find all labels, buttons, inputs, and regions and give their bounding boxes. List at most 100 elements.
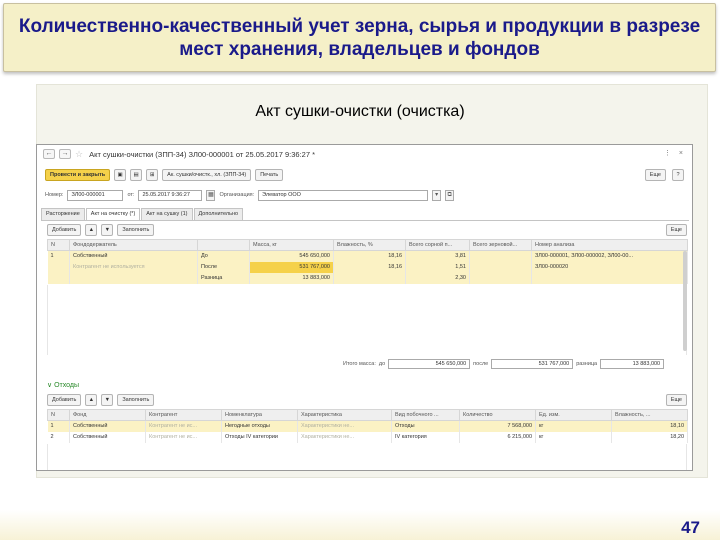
waste-fill-button[interactable]: Заполнить	[117, 394, 155, 406]
tab-termination[interactable]: Расторжение	[41, 208, 85, 220]
holder-cell[interactable]	[69, 272, 198, 284]
mass-cell[interactable]: 13 883,000	[249, 272, 334, 284]
column-header[interactable]: Вид побочного ...	[391, 409, 460, 421]
document-window: ← → ☆ Акт сушки-очистки (ЗПП-34) ЗЛ00-00…	[36, 144, 693, 471]
column-header[interactable]: Номер анализа	[531, 239, 688, 251]
more-button[interactable]: Еще	[644, 169, 666, 181]
fill-button[interactable]: Заполнить	[117, 224, 155, 236]
moisture-cell[interactable]: 18,20	[611, 431, 688, 443]
waste-more-button[interactable]: Еще	[665, 394, 687, 406]
unit-cell[interactable]: кг	[535, 420, 612, 432]
mass-cell[interactable]: 545 650,000	[249, 250, 334, 262]
related-document-button[interactable]: Ак. сушки/очистк., хл. (ЗПП-34)	[162, 169, 252, 181]
weed-cell[interactable]: 3,81	[405, 250, 470, 262]
column-header[interactable]: Влажность, %	[333, 239, 406, 251]
move-down-icon[interactable]: ▼	[101, 224, 114, 236]
contractor-cell[interactable]: Контрагент не ис...	[145, 431, 222, 443]
column-header[interactable]: N	[47, 409, 70, 421]
waste-section-title[interactable]: ∨ Отходы	[47, 381, 79, 389]
post-and-close-button[interactable]: Провести и закрыть	[45, 169, 111, 181]
tab-additional[interactable]: Дополнительно	[193, 208, 244, 220]
moisture-cell[interactable]: 18,16	[333, 261, 406, 273]
fund-cell[interactable]: Собственный	[69, 431, 146, 443]
table-row[interactable]: 1 Собственный Контрагент не ис... Негодн…	[47, 420, 688, 432]
analysis-cell[interactable]: ЗЛ00-000020	[531, 261, 688, 273]
quantity-cell[interactable]: 7 568,000	[459, 420, 536, 432]
table-header: N Фондодержатель Масса, кг Влажность, % …	[47, 239, 688, 251]
holder-cell[interactable]: Собственный	[69, 250, 198, 262]
column-header[interactable]: N	[47, 239, 70, 251]
tab-cleaning-act[interactable]: Акт на очистку (*)	[85, 208, 141, 220]
weed-cell[interactable]: 2,30	[405, 272, 470, 284]
quantity-cell[interactable]: 6 215,000	[459, 431, 536, 443]
column-header[interactable]: Количество	[459, 409, 536, 421]
byproduct-kind-cell[interactable]: IV категория	[391, 431, 460, 443]
post-icon[interactable]: ▤	[130, 169, 143, 181]
unit-cell[interactable]: кг	[535, 431, 612, 443]
back-button[interactable]: ←	[43, 149, 55, 159]
column-header[interactable]: Контрагент	[145, 409, 222, 421]
grain-cell[interactable]	[469, 261, 532, 273]
save-icon[interactable]: ▣	[114, 169, 127, 181]
characteristic-cell[interactable]: Характеристики не...	[297, 431, 392, 443]
slide-footer	[0, 510, 720, 540]
item-cell[interactable]: Отходы IV категории	[221, 431, 298, 443]
structure-icon[interactable]: ⊞	[146, 169, 159, 181]
open-icon[interactable]: ⧉	[445, 189, 455, 201]
moisture-cell[interactable]	[333, 272, 406, 284]
byproduct-kind-cell[interactable]: Отходы	[391, 420, 460, 432]
page-number: 47	[681, 518, 700, 537]
holder-cell[interactable]: Контрагент не используется	[69, 261, 198, 273]
characteristic-cell[interactable]: Характеристики не...	[297, 420, 392, 432]
slide-title: Количественно-качественный учет зерна, с…	[18, 15, 701, 60]
column-header[interactable]: Всего сорной п...	[405, 239, 470, 251]
print-button[interactable]: Печать	[255, 169, 284, 181]
column-header[interactable]: Фонд	[69, 409, 146, 421]
analysis-cell[interactable]	[531, 272, 688, 284]
kind-cell: После	[197, 261, 250, 273]
waste-add-button[interactable]: Добавить	[47, 394, 82, 406]
table-row[interactable]: Разница 13 883,000 2,30	[47, 272, 688, 284]
link-menu-icon[interactable]: ⋮	[664, 150, 674, 157]
column-header[interactable]: Ед. изм.	[535, 409, 612, 421]
table-row[interactable]: Контрагент не используется После 531 767…	[47, 261, 688, 273]
column-header[interactable]	[197, 239, 250, 251]
move-up-icon[interactable]: ▲	[85, 224, 98, 236]
favorite-star-icon[interactable]: ☆	[75, 149, 83, 160]
table-row[interactable]: 2 Собственный Контрагент не ис... Отходы…	[47, 431, 688, 443]
column-header[interactable]: Характеристика	[297, 409, 392, 421]
fund-cell[interactable]: Собственный	[69, 420, 146, 432]
column-header[interactable]: Фондодержатель	[69, 239, 198, 251]
column-header[interactable]: Номенклатура	[221, 409, 298, 421]
help-button[interactable]: ?	[672, 169, 684, 181]
grain-cell[interactable]	[469, 250, 532, 262]
waste-move-up-icon[interactable]: ▲	[85, 394, 98, 406]
date-field[interactable]: 25.05.2017 9:36:27	[138, 189, 203, 201]
column-header[interactable]: Влажность, ...	[611, 409, 688, 421]
collapse-chevron-icon[interactable]: ∨	[47, 382, 52, 389]
column-header[interactable]: Всего зерновой...	[469, 239, 532, 251]
calendar-icon[interactable]: ▦	[206, 189, 216, 201]
organization-field[interactable]: Элеватор ООО	[258, 189, 429, 201]
contractor-cell[interactable]: Контрагент не ис...	[145, 420, 222, 432]
grain-cell[interactable]	[469, 272, 532, 284]
table-row[interactable]: 1 Собственный До 545 650,000 18,16 3,81 …	[47, 250, 688, 262]
waste-move-down-icon[interactable]: ▼	[101, 394, 114, 406]
moisture-cell[interactable]: 18,10	[611, 420, 688, 432]
grid-more-button[interactable]: Еще	[665, 224, 687, 236]
item-cell[interactable]: Негодные отходы	[221, 420, 298, 432]
mass-cell-active[interactable]: 531 767,000	[249, 261, 334, 273]
analysis-cell[interactable]: ЗЛ00-000001, ЗЛ00-000002, ЗЛ00-00...	[531, 250, 688, 262]
tab-bar: Расторжение Акт на очистку (*) Акт на су…	[41, 208, 244, 220]
close-icon[interactable]: ×	[679, 150, 686, 157]
tab-drying-act[interactable]: Акт на сушку (1)	[141, 208, 193, 220]
table-scrollbar[interactable]	[683, 251, 687, 351]
number-field[interactable]: ЗЛ00-000001	[67, 189, 124, 201]
moisture-cell[interactable]: 18,16	[333, 250, 406, 262]
column-header[interactable]: Масса, кг	[249, 239, 334, 251]
weed-cell[interactable]: 1,51	[405, 261, 470, 273]
forward-button[interactable]: →	[59, 149, 71, 159]
add-row-button[interactable]: Добавить	[47, 224, 82, 236]
dropdown-icon[interactable]: ▾	[432, 189, 442, 201]
waste-empty-area	[47, 444, 687, 470]
